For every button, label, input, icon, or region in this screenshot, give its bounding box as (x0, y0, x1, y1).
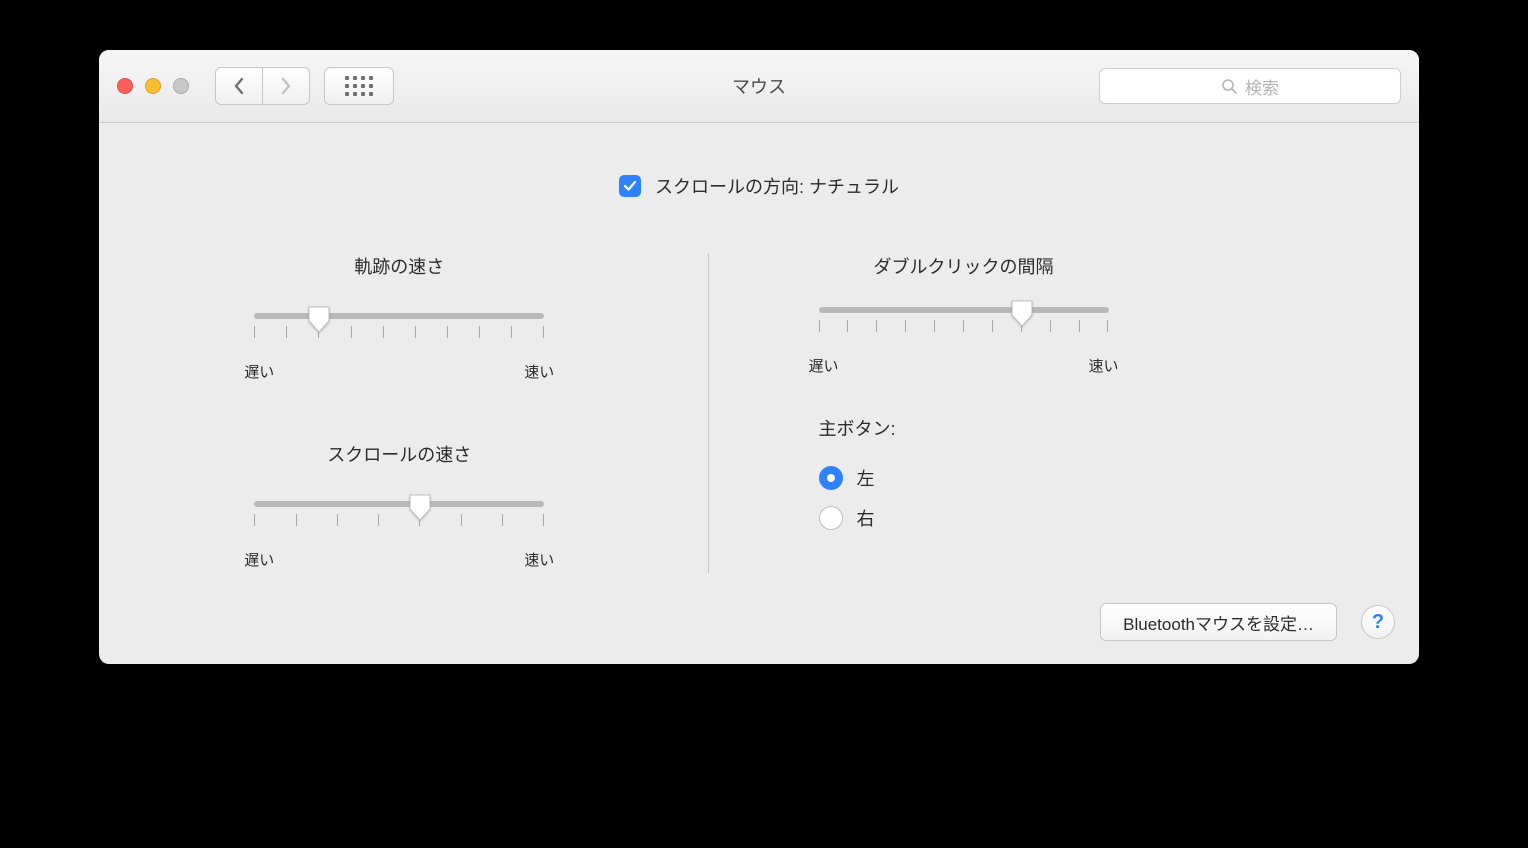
slider-thumb[interactable] (1010, 299, 1034, 327)
slider-thumb[interactable] (408, 493, 432, 521)
scrolling-speed-title: スクロールの速さ (219, 441, 579, 467)
help-button[interactable]: ? (1361, 605, 1395, 639)
grid-icon (345, 76, 373, 96)
footer: Bluetoothマウスを設定… ? (1100, 603, 1395, 641)
titlebar: マウス 検索 (99, 50, 1419, 123)
ticks (254, 514, 544, 526)
doubleclick-title: ダブルクリックの間隔 (819, 253, 1109, 279)
tracking-speed-slider[interactable] (254, 309, 544, 359)
doubleclick-slider[interactable] (819, 303, 1109, 353)
search-field[interactable]: 検索 (1099, 68, 1401, 104)
slider-thumb[interactable] (307, 305, 331, 333)
help-icon: ? (1372, 611, 1384, 634)
scrolling-speed-slider[interactable] (254, 497, 544, 547)
minimize-window-button[interactable] (145, 78, 161, 94)
radio-right[interactable] (819, 506, 843, 530)
primary-right-label: 右 (857, 505, 875, 531)
nav-buttons (215, 67, 310, 105)
search-placeholder: 検索 (1245, 74, 1279, 99)
scrolling-speed-block: スクロールの速さ 遅い 速い (219, 441, 579, 549)
chevron-right-icon (280, 77, 292, 95)
window-controls (117, 78, 189, 94)
show-all-button[interactable] (324, 67, 394, 105)
radio-left[interactable] (819, 466, 843, 490)
tracking-fast-label: 速い (524, 361, 554, 382)
scrolling-fast-label: 速い (524, 549, 554, 570)
search-icon (1221, 78, 1237, 94)
window-title: マウス (732, 73, 786, 99)
ticks (819, 320, 1109, 332)
scrolling-slow-label: 遅い (244, 549, 274, 570)
bluetooth-setup-button[interactable]: Bluetoothマウスを設定… (1100, 603, 1337, 641)
checkmark-icon (623, 179, 637, 193)
tracking-speed-title: 軌跡の速さ (219, 253, 579, 279)
pane-content: スクロールの方向: ナチュラル 軌跡の速さ 遅い 速い (99, 123, 1419, 664)
primary-right-option[interactable]: 右 (819, 505, 896, 531)
right-column: ダブルクリックの間隔 遅い 速い 主ボタン: (709, 253, 1420, 573)
primary-button-title: 主ボタン: (819, 415, 896, 441)
forward-button[interactable] (263, 67, 310, 105)
primary-left-option[interactable]: 左 (819, 465, 896, 491)
preferences-window: マウス 検索 スクロールの方向: ナチュラル 軌跡の速さ (99, 50, 1419, 664)
close-window-button[interactable] (117, 78, 133, 94)
back-button[interactable] (215, 67, 263, 105)
primary-left-label: 左 (857, 465, 875, 491)
doubleclick-fast-label: 速い (1088, 355, 1118, 376)
ticks (254, 326, 544, 338)
zoom-window-button[interactable] (173, 78, 189, 94)
scroll-direction-label: スクロールの方向: ナチュラル (655, 173, 899, 199)
tracking-slow-label: 遅い (244, 361, 274, 382)
chevron-left-icon (233, 77, 245, 95)
doubleclick-slow-label: 遅い (809, 355, 839, 376)
tracking-speed-block: 軌跡の速さ 遅い 速い (219, 253, 579, 361)
left-column: 軌跡の速さ 遅い 速い スクロールの速さ (99, 253, 708, 573)
scroll-direction-row: スクロールの方向: ナチュラル (99, 173, 1419, 199)
primary-button-block: 主ボタン: 左 右 (819, 415, 896, 545)
scroll-direction-checkbox[interactable] (619, 175, 641, 197)
doubleclick-block: ダブルクリックの間隔 遅い 速い (819, 253, 1109, 355)
